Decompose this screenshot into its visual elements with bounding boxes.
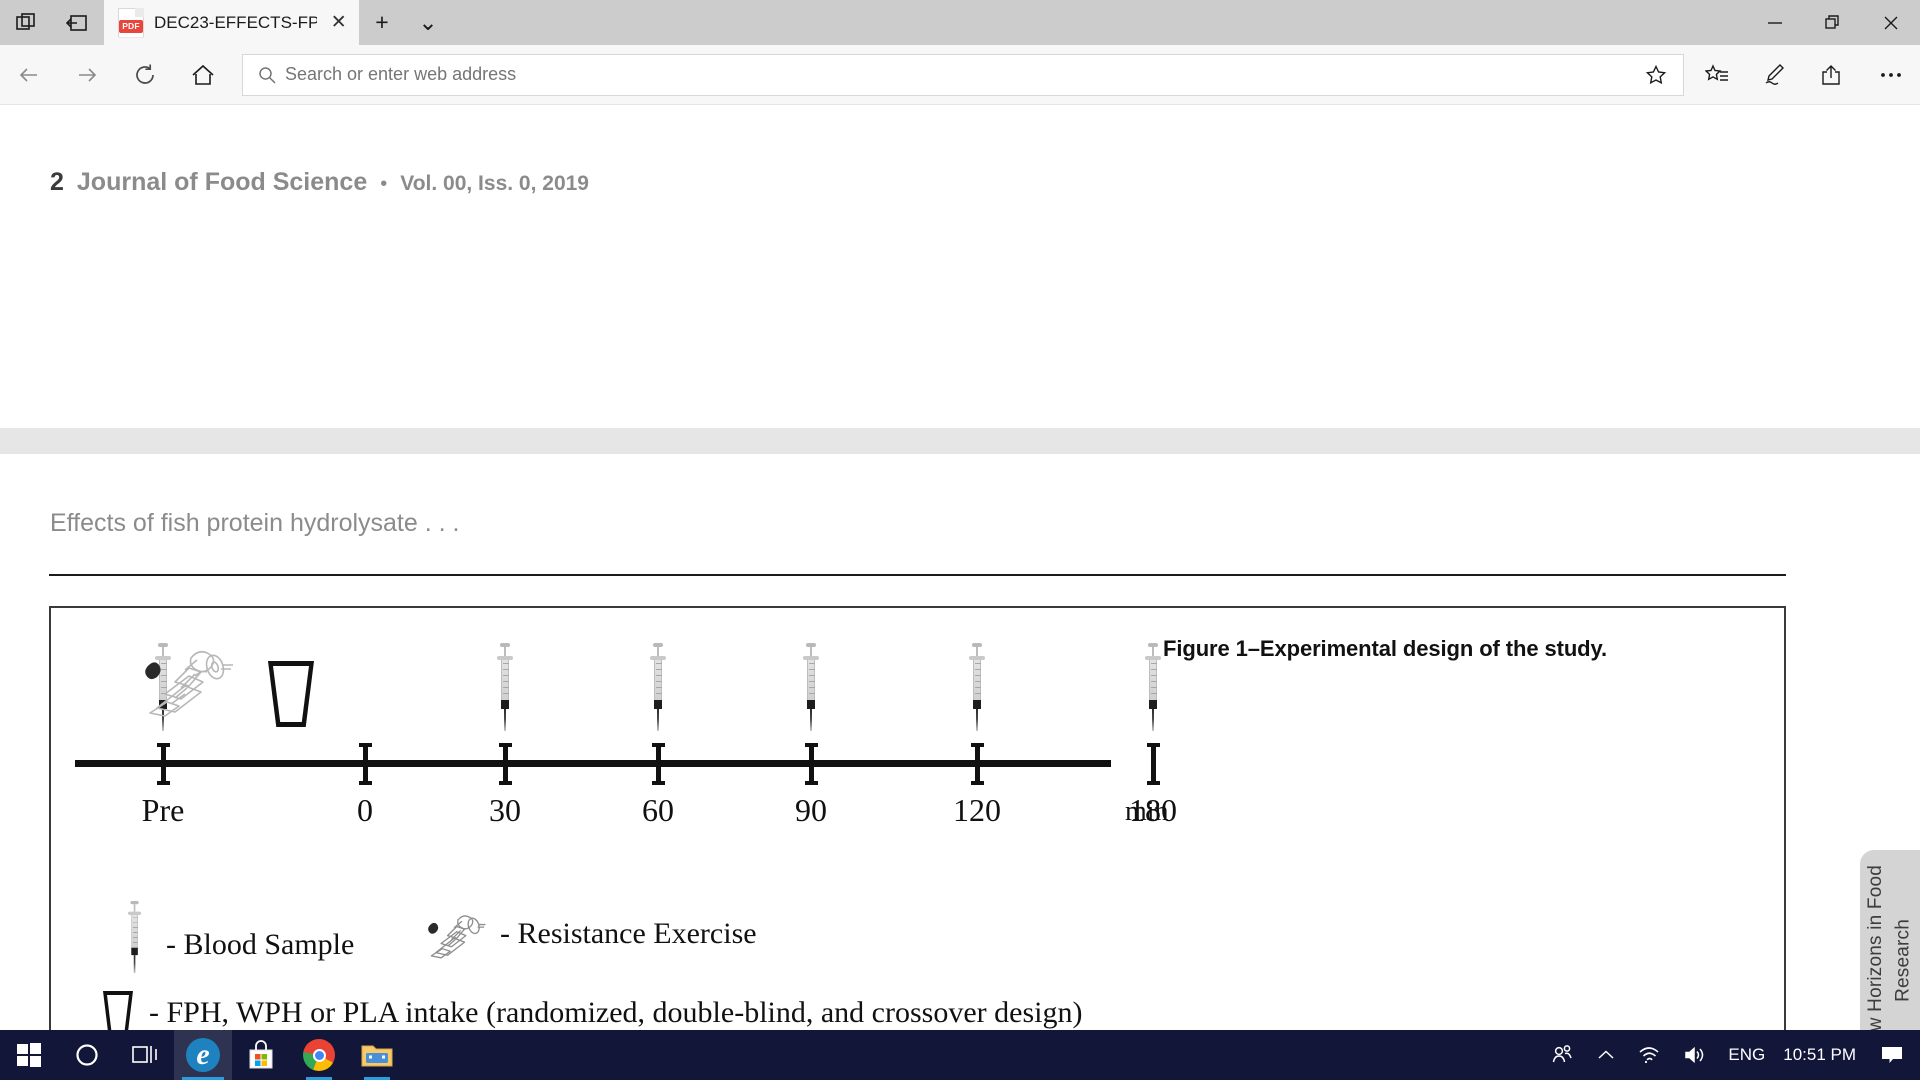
timeline-tick [971, 743, 984, 785]
tab-close-icon[interactable]: ✕ [327, 8, 351, 38]
taskbar-item-microsoft-store[interactable] [232, 1030, 290, 1080]
close-button[interactable] [1862, 0, 1920, 45]
clock[interactable]: 10:51 PM [1775, 1045, 1870, 1065]
timeline-tick [499, 743, 512, 785]
browser-tab-bar: PDF DEC23-EFFECTS-FPH-W ✕ + ⌄ [0, 0, 1920, 45]
restore-button[interactable] [1804, 0, 1862, 45]
tab-menu-chevron-down-icon[interactable]: ⌄ [405, 0, 451, 45]
task-view-button[interactable] [116, 1030, 174, 1080]
timeline-tick [805, 743, 818, 785]
page-number: 2 [50, 168, 64, 196]
browser-tab[interactable]: PDF DEC23-EFFECTS-FPH-W ✕ [104, 0, 359, 45]
journal-issue: Vol. 00, Iss. 0, 2019 [400, 172, 589, 195]
resistance-machine-icon [428, 906, 490, 962]
tab-preview-icon[interactable] [0, 0, 52, 45]
timeline-tick [359, 743, 372, 785]
timeline-label: 120 [953, 792, 1001, 828]
search-icon [255, 65, 279, 85]
home-button-icon[interactable] [174, 53, 232, 97]
timeline-label: 0 [357, 792, 373, 828]
browser-navigation-bar [0, 45, 1920, 105]
system-tray: ENG 10:51 PM [1540, 1030, 1920, 1080]
browser-tab-title: DEC23-EFFECTS-FPH-W [154, 12, 317, 32]
syringe-icon [497, 643, 513, 731]
show-hidden-icons-chevron-up-icon[interactable] [1586, 1030, 1626, 1080]
forward-button-icon[interactable] [58, 53, 116, 97]
legend-label-drink-intake: - FPH, WPH or PLA intake (randomized, do… [149, 996, 1083, 1029]
legend-item-drink-intake: - FPH, WPH or PLA intake (randomized, do… [103, 991, 1082, 1030]
syringe-icon [803, 643, 819, 731]
timeline-unit-label: min [1125, 796, 1169, 827]
resistance-machine-icon [145, 642, 240, 717]
running-title: Effects of fish protein hydrolysate . . … [50, 509, 460, 537]
start-button[interactable] [0, 1030, 58, 1080]
people-icon[interactable] [1540, 1030, 1586, 1080]
pdf-file-icon: PDF [118, 7, 144, 38]
cortana-search-button[interactable] [58, 1030, 116, 1080]
titlebar-drag-area [451, 0, 1746, 45]
running-header: 2 Journal of Food Science • Vol. 00, Iss… [50, 168, 589, 197]
header-rule [49, 574, 1786, 576]
windows-taskbar: e ENG 10:51 PM [0, 1030, 1920, 1080]
taskbar-item-microsoft-edge[interactable]: e [174, 1030, 232, 1080]
syringe-icon [1145, 643, 1161, 731]
syringe-icon [969, 643, 985, 731]
edge-icon: e [186, 1038, 220, 1072]
timeline-axis [75, 760, 1111, 767]
minimize-button[interactable] [1746, 0, 1804, 45]
back-button-icon[interactable] [0, 53, 58, 97]
pdf-document-viewport[interactable]: 2 Journal of Food Science • Vol. 00, Iss… [0, 106, 1920, 1030]
legend-item-resistance-exercise: - Resistance Exercise [428, 906, 757, 962]
wifi-icon[interactable] [1626, 1030, 1672, 1080]
volume-icon[interactable] [1672, 1030, 1718, 1080]
syringe-icon [650, 643, 666, 731]
syringe-icon [128, 901, 142, 974]
timeline-tick [1147, 743, 1160, 785]
favorites-hub-icon[interactable] [1688, 53, 1746, 97]
more-settings-icon[interactable] [1862, 53, 1920, 97]
search-input[interactable] [279, 64, 1639, 85]
taskbar-item-file-explorer[interactable] [348, 1030, 406, 1080]
taskbar-item-google-chrome[interactable] [290, 1030, 348, 1080]
pdf-icon-label: PDF [119, 19, 143, 33]
timeline-label: 30 [489, 792, 521, 828]
drink-cup-icon [103, 991, 133, 1030]
header-bullet: • [380, 173, 388, 195]
side-tab-label: New Horizons in Food Research [1865, 864, 1914, 1056]
timeline-tick [157, 743, 170, 785]
chrome-icon [303, 1039, 335, 1071]
figure-caption: Figure 1–Experimental design of the stud… [1163, 636, 1608, 661]
set-tabs-aside-icon[interactable] [52, 0, 104, 45]
timeline-label: 90 [795, 792, 827, 828]
address-bar[interactable] [242, 53, 1684, 96]
journal-name: Journal of Food Science [76, 168, 368, 196]
screen: PDF DEC23-EFFECTS-FPH-W ✕ + ⌄ [0, 0, 1920, 1080]
refresh-button-icon[interactable] [116, 53, 174, 97]
window-controls [1746, 0, 1920, 45]
legend-label-blood-sample: - Blood Sample [166, 928, 355, 961]
notifications-icon[interactable] [1870, 1030, 1920, 1080]
star-icon[interactable] [1639, 64, 1673, 86]
web-notes-icon[interactable] [1746, 53, 1804, 97]
legend-item-blood-sample: - Blood Sample [128, 901, 354, 989]
timeline-tick [652, 743, 665, 785]
new-tab-button[interactable]: + [359, 0, 405, 45]
timeline-label: Pre [141, 792, 185, 828]
legend-label-resistance-exercise: - Resistance Exercise [500, 917, 757, 950]
timeline-label: 60 [642, 792, 674, 828]
page-separator [0, 428, 1920, 454]
language-indicator[interactable]: ENG [1718, 1045, 1775, 1065]
share-icon[interactable] [1804, 53, 1862, 97]
